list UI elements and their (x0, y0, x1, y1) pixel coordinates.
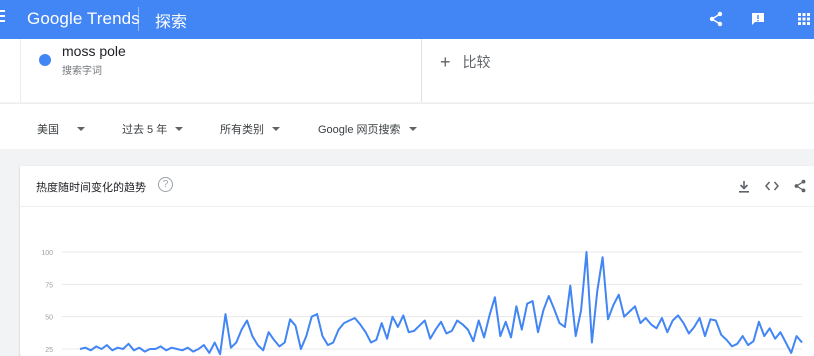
header-divider (138, 7, 139, 31)
search-property-label: Google 网页搜索 (318, 124, 401, 136)
search-term-type: 搜索字词 (62, 66, 102, 77)
embed-icon[interactable] (764, 178, 780, 194)
chevron-down-icon (408, 127, 417, 131)
add-comparison-button[interactable]: + 比较 (440, 52, 491, 73)
share-icon[interactable] (706, 9, 726, 29)
feedback-icon[interactable] (748, 9, 768, 29)
y-tick-label: 75 (45, 282, 53, 289)
help-icon[interactable]: ? (158, 177, 173, 192)
compare-label: 比较 (462, 54, 491, 70)
time-filter-label: 过去 5 年 (122, 124, 168, 136)
series-line-moss-pole[interactable] (79, 251, 803, 356)
menu-icon[interactable] (0, 10, 6, 26)
page-title: 探索 (155, 14, 188, 31)
search-term-card[interactable]: moss pole 搜索字词 (20, 39, 422, 102)
category-filter-label: 所有类别 (220, 124, 264, 136)
google-trends-logo[interactable]: Google Trends (27, 9, 140, 29)
y-tick-label: 100 (41, 250, 53, 257)
card-header: 热度随时间变化的趋势 ? (20, 166, 814, 207)
download-icon[interactable] (736, 178, 752, 194)
category-filter[interactable]: 所有类别 (220, 121, 280, 137)
filter-bar: 美国 过去 5 年 所有类别 Google 网页搜索 (0, 103, 814, 149)
trend-chart-svg: 100755025 (41, 250, 803, 356)
plus-icon: + (440, 52, 451, 72)
app-header: Google Trends 探索 (0, 0, 814, 39)
interest-over-time-card: 热度随时间变化的趋势 ? 100 75 50 25 (20, 166, 814, 356)
region-filter-label: 美国 (37, 124, 59, 136)
search-term-name[interactable]: moss pole (62, 43, 126, 59)
apps-icon[interactable] (794, 9, 814, 29)
search-property-filter[interactable]: Google 网页搜索 (318, 121, 417, 137)
time-filter[interactable]: 过去 5 年 (122, 121, 184, 137)
term-color-dot (39, 54, 51, 66)
chevron-down-icon (272, 127, 280, 131)
chevron-down-icon (77, 127, 85, 131)
search-terms-bar: moss pole 搜索字词 + 比较 (0, 39, 814, 102)
card-title: 热度随时间变化的趋势 (36, 182, 146, 194)
share-icon[interactable] (792, 178, 808, 194)
y-tick-label: 50 (45, 315, 53, 322)
chevron-down-icon (175, 127, 184, 131)
trend-chart: 100 75 50 25 (20, 207, 814, 356)
region-filter[interactable]: 美国 (37, 121, 85, 137)
